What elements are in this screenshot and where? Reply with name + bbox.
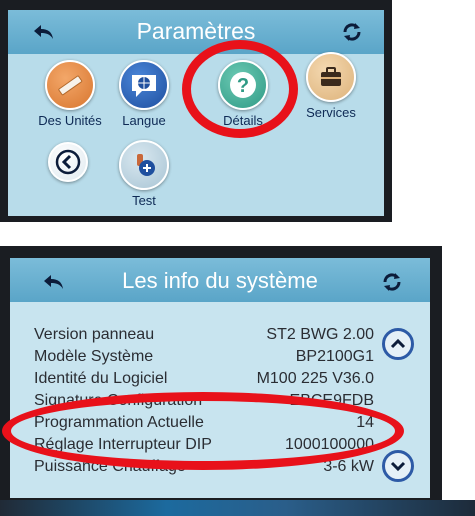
test-icon: [119, 140, 169, 190]
globe-chat-icon: [119, 60, 169, 110]
units-label: Des Unités: [38, 113, 102, 128]
info-row: Version panneau ST2 BWG 2.00: [34, 324, 374, 346]
refresh-button[interactable]: [378, 268, 406, 296]
language-label: Langue: [122, 113, 166, 128]
highlight-ellipse: [2, 392, 404, 470]
info-row: Identité du Logiciel M100 225 V36.0: [34, 368, 374, 390]
info-label: Modèle Système: [34, 348, 154, 365]
units-tile[interactable]: Des Unités: [30, 60, 110, 128]
refresh-icon: [383, 273, 401, 291]
info-label: Identité du Logiciel: [34, 370, 168, 387]
info-row: Modèle Système BP2100G1: [34, 346, 374, 368]
info-label: Version panneau: [34, 326, 155, 343]
chevron-left-icon: [48, 142, 88, 182]
refresh-button[interactable]: [338, 18, 366, 46]
scroll-up-button[interactable]: [382, 328, 414, 360]
chevron-up-icon: [390, 338, 406, 349]
chevron-down-icon: [390, 461, 406, 472]
previous-page-tile[interactable]: [28, 142, 108, 182]
test-tile[interactable]: Test: [104, 140, 184, 208]
language-tile[interactable]: Langue: [104, 60, 184, 128]
services-label: Services: [306, 105, 356, 120]
info-value: BP2100G1: [295, 348, 374, 365]
refresh-icon: [343, 23, 361, 41]
briefcase-icon: [306, 52, 356, 102]
scroll-down-button[interactable]: [382, 450, 414, 482]
highlight-circle: [182, 40, 298, 138]
page-title: Paramètres: [136, 18, 256, 44]
test-label: Test: [132, 193, 156, 208]
page-title: Les info du système: [122, 268, 318, 293]
settings-header: Paramètres: [8, 10, 384, 54]
info-value: ST2 BWG 2.00: [266, 326, 374, 343]
info-value: M100 225 V36.0: [256, 370, 374, 387]
ruler-icon: [45, 60, 95, 110]
system-info-header: Les info du système: [10, 258, 430, 302]
services-tile[interactable]: Services: [291, 52, 371, 120]
background-strip: [0, 500, 475, 516]
